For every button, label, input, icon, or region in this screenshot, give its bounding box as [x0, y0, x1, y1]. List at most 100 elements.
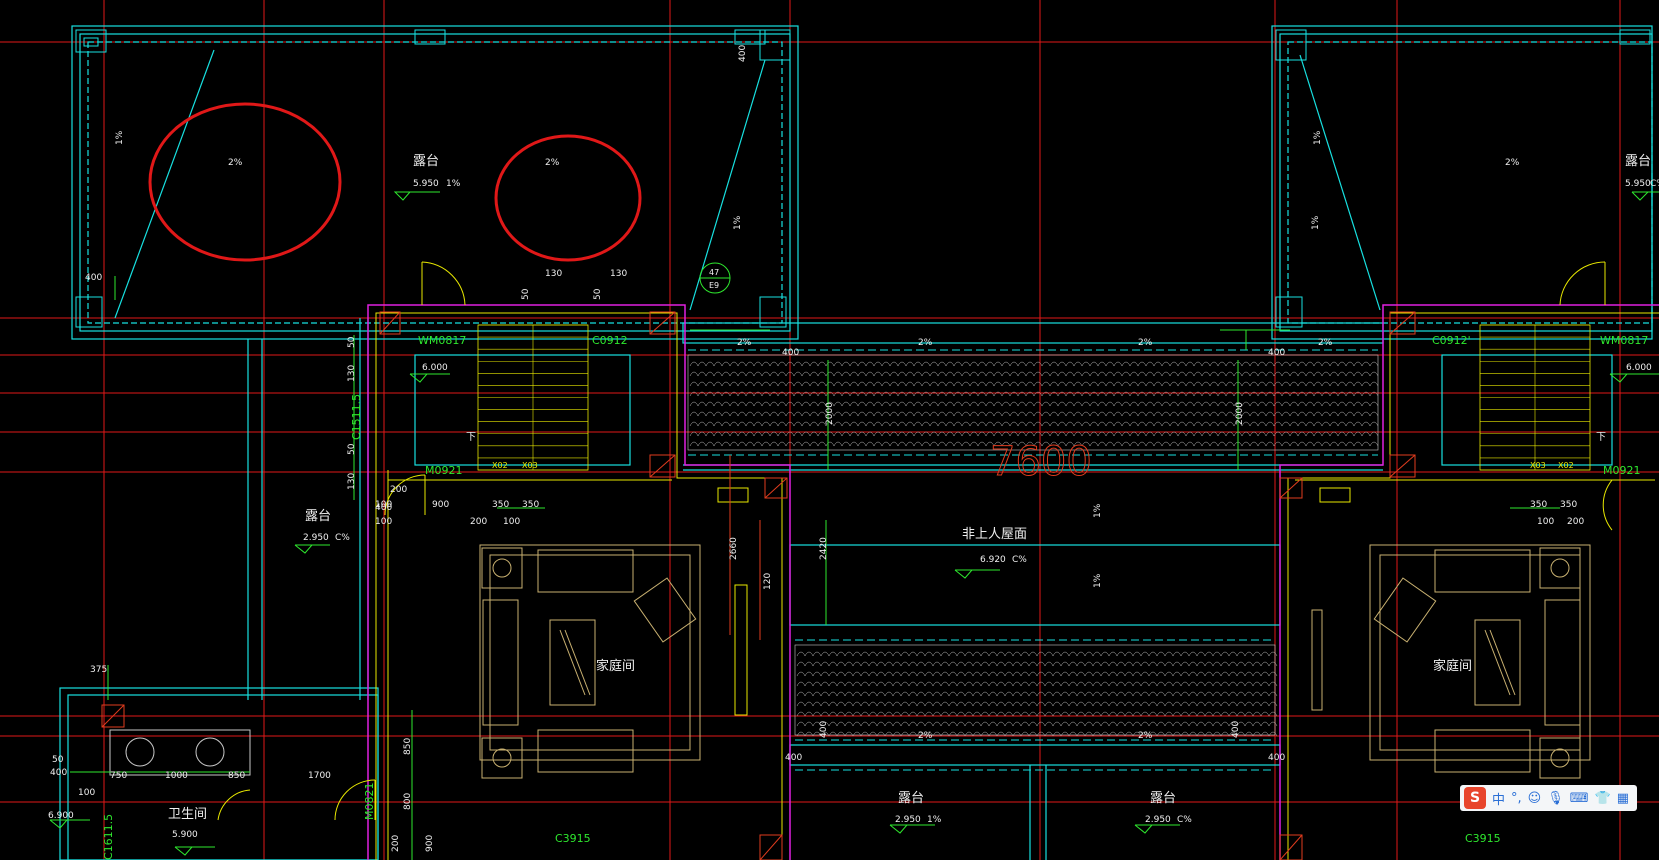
room-note: C% [335, 533, 350, 543]
dimension-label: 50 [347, 443, 357, 455]
big-dimension: 7600 [990, 439, 1092, 485]
detail-ref-top: 47 [709, 268, 719, 277]
dimension-label: 400 [738, 45, 748, 62]
window-label: C3915 [555, 832, 591, 845]
slope-label: 2% [918, 338, 933, 348]
dimension-label: 130 [347, 365, 357, 382]
dimension-label: 350 [1560, 500, 1577, 510]
dimension-label: 900 [425, 835, 435, 852]
window-label: C3915 [1465, 832, 1501, 845]
room-note: C% [1650, 179, 1659, 189]
slope-label: 2% [1138, 338, 1153, 348]
stair-tag: X03 [522, 461, 538, 470]
sogou-logo-icon[interactable]: S [1464, 787, 1486, 809]
dimension-label: 2000 [825, 402, 835, 425]
window-label: C1511.5 [350, 394, 363, 440]
stair-tag: X03 [1530, 461, 1546, 470]
slope-label: 1% [733, 215, 743, 230]
dimension-label: 800 [403, 793, 413, 810]
stair-tag: X02 [492, 461, 508, 470]
room-name: 露台 [305, 509, 331, 524]
dimension-label: 400 [85, 273, 102, 283]
slope-label: 2% [228, 158, 243, 168]
dimension-label: 400 [375, 503, 392, 513]
slope-label: 2% [1138, 731, 1153, 741]
dimension-label: 2660 [729, 537, 739, 560]
dimension-label: 50 [52, 755, 64, 765]
ime-punct-toggle[interactable]: °, [1511, 791, 1522, 806]
room-elev: 2.950 [1145, 815, 1171, 825]
smile-icon[interactable]: ☺ [1528, 791, 1542, 806]
grid-icon[interactable]: ▦ [1617, 791, 1629, 806]
room-note: 1% [446, 179, 461, 189]
dimension-label: 200 [391, 835, 401, 852]
elev-mark: 6.000 [422, 363, 448, 373]
window-label: M0921 [1603, 464, 1641, 477]
elev-mark: 6.000 [1626, 363, 1652, 373]
detail-ref-bottom: E9 [709, 281, 719, 290]
slope-label: 1% [1311, 215, 1321, 230]
elev-mark: 6.900 [48, 811, 74, 821]
room-name: 露台 [1625, 154, 1651, 169]
ime-mode-toggle[interactable]: 中 [1492, 789, 1505, 808]
dimension-label: 400 [1268, 348, 1285, 358]
dimension-label: 850 [228, 771, 245, 781]
room-elev: 5.950 [1625, 179, 1651, 189]
ime-toolbar[interactable]: S 中 °, ☺ 🎙 ⌨ 👕 ▦ [1460, 785, 1637, 811]
dimension-label: 400 [782, 348, 799, 358]
dimension-label: 50 [347, 336, 357, 348]
dimension-label: 130 [545, 269, 562, 279]
room-name: 露台 [1150, 791, 1176, 806]
room-name: 家庭间 [596, 658, 635, 674]
room-name: 露台 [898, 791, 924, 806]
slope-label: 2% [918, 731, 933, 741]
dimension-label: 100 [375, 517, 392, 527]
slope-label: 2% [545, 158, 560, 168]
dimension-label: 120 [763, 573, 773, 590]
room-name: 卫生间 [168, 807, 207, 822]
slope-label: 1% [1313, 130, 1323, 145]
room-name: 家庭间 [1433, 658, 1472, 674]
dimension-label: 100 [1537, 517, 1554, 527]
mic-icon[interactable]: 🎙 [1547, 791, 1564, 806]
dimension-label: 100 [78, 788, 95, 798]
window-label: M0921 [425, 464, 463, 477]
window-label: WM0817 [1600, 334, 1648, 347]
stair-down-label: 下 [1596, 432, 1606, 443]
window-label: C0912 [592, 334, 628, 347]
room-elev: 5.950 [413, 179, 439, 189]
room-note: C% [1012, 555, 1027, 565]
dimension-label: 200 [1567, 517, 1584, 527]
dimension-label: 50 [521, 288, 531, 300]
room-elev: 2.950 [303, 533, 329, 543]
dimension-label: 130 [610, 269, 627, 279]
slope-label: 1% [115, 130, 125, 145]
room-elev: 5.900 [172, 830, 198, 840]
slope-label: 2% [737, 338, 752, 348]
dimension-label: 350 [1530, 500, 1547, 510]
stair-down-label: 下 [466, 432, 476, 443]
cad-floor-plan[interactable]: 露台 5.950 1% 露台 2.950 C% 非上人屋面 6.920 C% 家… [0, 0, 1659, 860]
room-elev: 6.920 [980, 555, 1006, 565]
dimension-label: 200 [390, 485, 407, 495]
dimension-label: 350 [492, 500, 509, 510]
slope-label: 2% [1505, 158, 1520, 168]
dimension-label: 375 [90, 665, 107, 675]
dimension-label: 750 [110, 771, 127, 781]
keyboard-icon[interactable]: ⌨ [1570, 791, 1589, 806]
dimension-label: 100 [503, 517, 520, 527]
stair-tag: X02 [1558, 461, 1574, 470]
window-label: C0912' [1432, 334, 1471, 347]
dimension-label: 400 [1268, 753, 1285, 763]
dimension-label: 900 [432, 500, 449, 510]
dimension-label: 400 [785, 753, 802, 763]
dimension-label: 400 [50, 768, 67, 778]
window-label: M0821 [363, 783, 376, 821]
dimension-label: 50 [593, 288, 603, 300]
dimension-label: 850 [403, 738, 413, 755]
window-label: C1611.5 [102, 814, 115, 860]
slope-label: 2% [1318, 338, 1333, 348]
dimension-label: 130 [347, 473, 357, 490]
dimension-label: 350 [522, 500, 539, 510]
shirt-icon[interactable]: 👕 [1595, 791, 1611, 806]
